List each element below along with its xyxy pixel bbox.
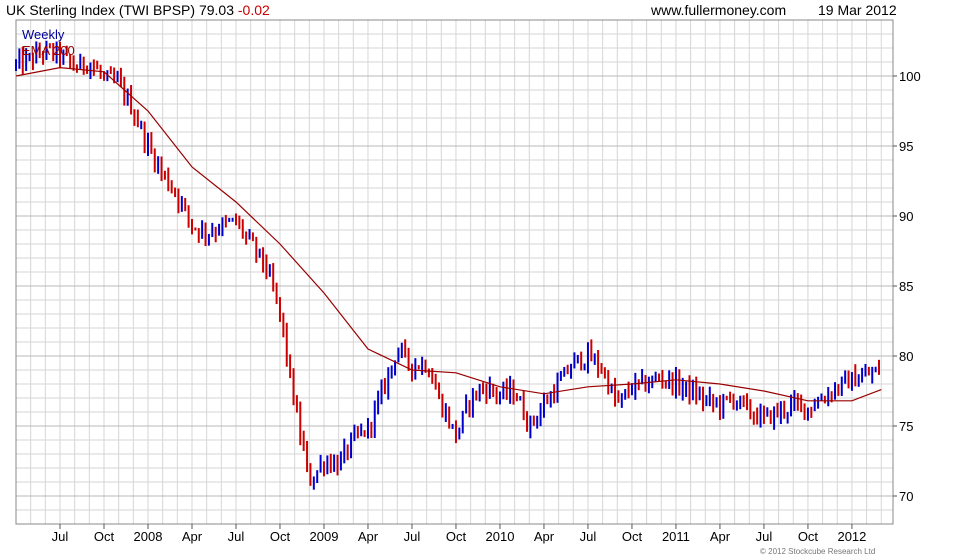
y-tick-labels: 70 75 80 85 90 95 100 — [899, 69, 921, 504]
y-tick-label: 85 — [899, 279, 913, 294]
x-tick-label: Jul — [52, 529, 69, 544]
y-tick-label: 100 — [899, 69, 921, 84]
copyright: © 2012 Stockcube Research Ltd — [760, 547, 876, 556]
y-tick-label: 95 — [899, 139, 913, 154]
x-tick-label: Oct — [94, 529, 115, 544]
x-tick-label: Apr — [710, 529, 731, 544]
chart-area: Jul Oct 2008 Apr Jul Oct 2009 Apr Jul Oct 2010 Apr J… — [15, 19, 921, 544]
y-tick-label: 75 — [899, 419, 913, 434]
x-tick-label: Oct — [446, 529, 467, 544]
x-tick-label: Apr — [358, 529, 379, 544]
change-value: -0.02 — [237, 2, 270, 18]
legend-ema: EMA 200 — [22, 43, 75, 58]
x-tick-label: 2011 — [662, 529, 690, 544]
y-tick-label: 90 — [899, 209, 913, 224]
y-tick-label: 80 — [899, 349, 913, 364]
legend-period: Weekly — [22, 27, 65, 42]
x-tick-label: Apr — [534, 529, 555, 544]
x-tick-label: 2009 — [310, 529, 339, 544]
x-tick-label: Oct — [270, 529, 291, 544]
x-tick-label: Oct — [622, 529, 643, 544]
y-tick-label: 70 — [899, 489, 913, 504]
x-tick-labels: Jul Oct 2008 Apr Jul Oct 2009 Apr Jul Oct 2010 Apr J… — [52, 529, 867, 544]
x-tick-label: 2008 — [134, 529, 163, 544]
x-tick-label: Jul — [404, 529, 421, 544]
x-tick-label: Apr — [182, 529, 203, 544]
x-tick-label: Oct — [798, 529, 819, 544]
chart-date: 19 Mar 2012 — [818, 2, 897, 18]
chart-header-left: UK Sterling Index (TWI BPSP) 79.03 -0.02 — [6, 2, 270, 18]
x-tick-label: Jul — [580, 529, 597, 544]
x-tick-label: 2010 — [486, 529, 515, 544]
x-tick-label: 2012 — [837, 529, 866, 544]
last-value: 79.03 — [198, 2, 234, 18]
x-tick-label: Jul — [756, 529, 773, 544]
x-tick-label: Jul — [228, 529, 245, 544]
site-link[interactable]: www.fullermoney.com — [651, 2, 786, 18]
grid — [15, 20, 893, 524]
chart-title: UK Sterling Index (TWI BPSP) — [6, 2, 196, 18]
